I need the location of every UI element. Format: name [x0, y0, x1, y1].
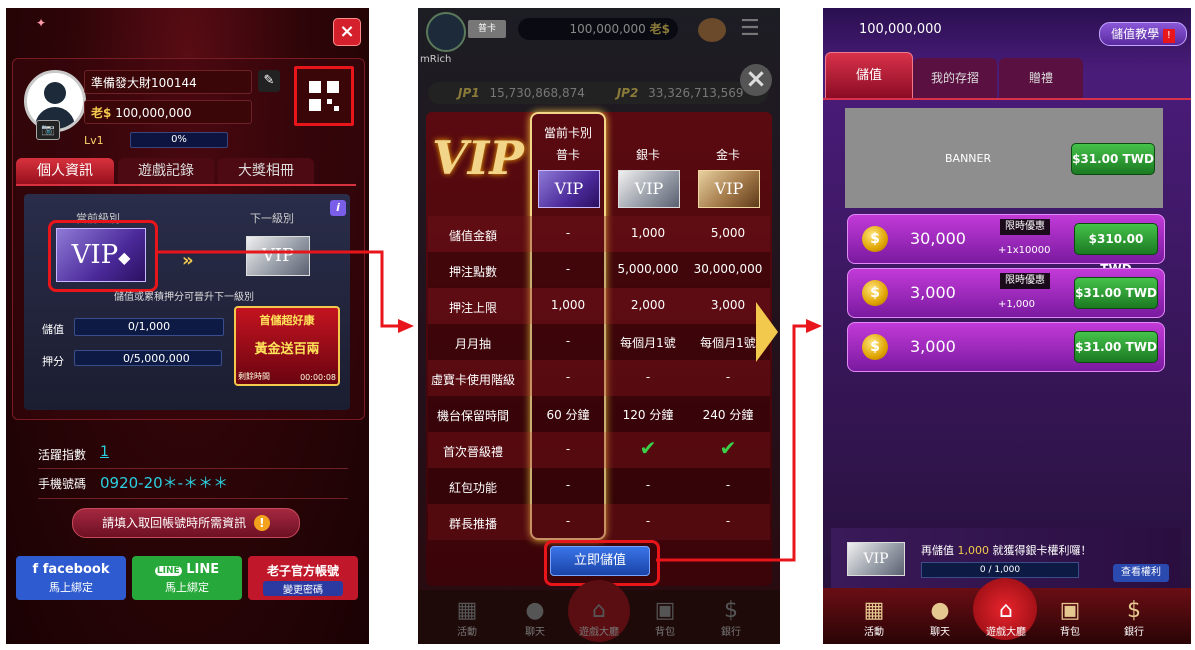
arrow-deposit-to-store — [656, 319, 822, 562]
flow-arrows — [155, 250, 822, 562]
arrow-vip-to-table — [155, 250, 414, 333]
